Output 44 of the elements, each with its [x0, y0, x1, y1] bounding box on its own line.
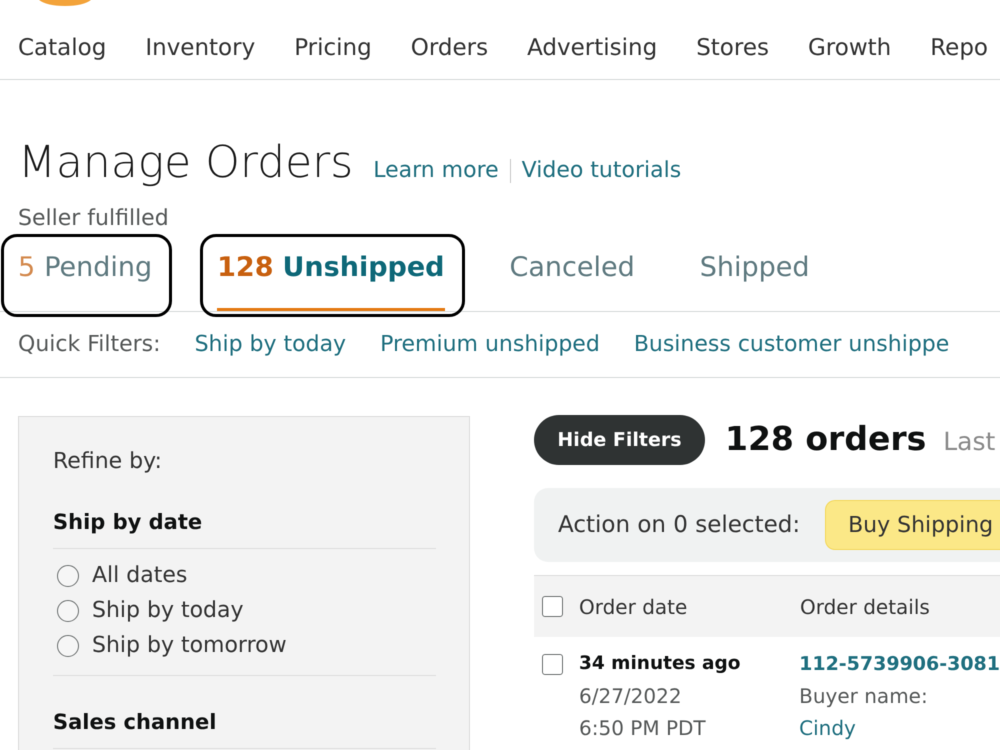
period-label: Last — [943, 426, 996, 458]
radio-label: Ship by today — [92, 596, 244, 624]
hide-filters-button[interactable]: Hide Filters — [534, 415, 705, 465]
order-status-tab[interactable]: 5 Pending — [18, 252, 152, 311]
radio-label: Ship by tomorrow — [92, 632, 287, 660]
buy-shipping-button[interactable]: Buy Shipping — [825, 500, 1000, 550]
checkbox[interactable] — [542, 654, 563, 675]
quick-filter-link[interactable]: Premium unshipped — [380, 328, 600, 361]
radio-button[interactable] — [57, 634, 79, 656]
order-age: 34 minutes ago — [579, 652, 740, 676]
order-count: 128 orders — [725, 419, 926, 460]
order-date: 6/27/2022 — [579, 683, 682, 710]
nav-item[interactable]: Advertising — [527, 32, 658, 62]
order-status-tab[interactable]: Canceled — [510, 252, 635, 311]
quick-filter-link[interactable]: Ship by today — [194, 328, 346, 361]
nav-item[interactable]: Stores — [696, 32, 769, 62]
header-link[interactable]: Video tutorials — [522, 154, 682, 187]
nav-item[interactable]: Pricing — [294, 32, 372, 62]
quick-filter-link[interactable]: Business customer unshippe — [634, 328, 950, 361]
page-title: Manage Orders — [18, 137, 354, 189]
quick-filters-label: Quick Filters: — [18, 331, 161, 359]
nav-item[interactable]: Catalog — [18, 32, 106, 62]
order-id-link[interactable]: 112-5739906-3081 — [799, 648, 1000, 680]
nav-item[interactable]: Growth — [808, 32, 892, 62]
radio-button[interactable] — [57, 600, 79, 622]
radio-button[interactable] — [57, 564, 79, 586]
radio-label: All dates — [92, 562, 188, 590]
buyer-label: Buyer name: — [799, 683, 928, 710]
panel-title: Refine by: — [53, 448, 163, 476]
section-heading: Ship by date — [53, 508, 436, 549]
header-link[interactable]: Learn more — [373, 154, 499, 187]
order-status-tab[interactable]: 128 Unshipped — [217, 252, 444, 311]
section-heading: Sales channel — [53, 708, 436, 749]
buyer-name-link[interactable]: Cindy — [799, 712, 856, 744]
column-header: Order date — [579, 594, 688, 620]
checkbox[interactable] — [542, 596, 563, 617]
nav-item[interactable]: Inventory — [145, 32, 256, 62]
order-time: 6:50 PM PDT — [579, 715, 706, 742]
section-label: Seller fulfilled — [17, 206, 170, 232]
order-status-tab[interactable]: Shipped — [700, 252, 810, 311]
nav-item[interactable]: Repo — [930, 32, 988, 62]
column-header: Order details — [800, 594, 930, 620]
nav-item[interactable]: Orders — [410, 32, 488, 62]
action-label: Action on 0 selected: — [558, 510, 800, 540]
